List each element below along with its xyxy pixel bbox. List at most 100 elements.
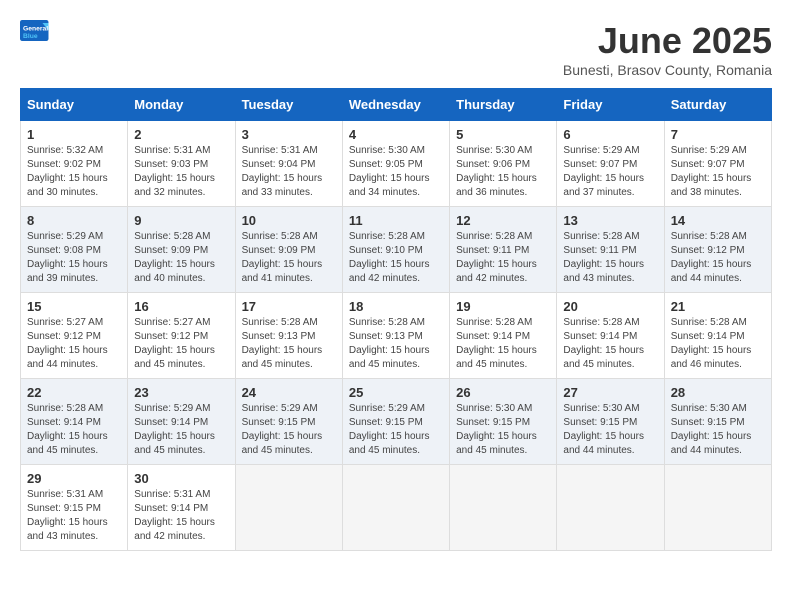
calendar-day-28: 28 Sunrise: 5:30 AM Sunset: 9:15 PM Dayli… (664, 379, 771, 465)
day-number: 26 (456, 385, 550, 400)
calendar-day-20: 20Sunrise: 5:28 AM Sunset: 9:14 PM Dayli… (557, 293, 664, 379)
calendar-day-25: 25Sunrise: 5:29 AM Sunset: 9:15 PM Dayli… (342, 379, 449, 465)
day-number: 17 (242, 299, 336, 314)
day-number: 18 (349, 299, 443, 314)
days-header-row: SundayMondayTuesdayWednesdayThursdayFrid… (21, 89, 772, 121)
calendar-table: SundayMondayTuesdayWednesdayThursdayFrid… (20, 88, 772, 551)
calendar-day-5: 5 Sunrise: 5:30 AM Sunset: 9:06 PM Daylig… (450, 121, 557, 207)
calendar-week-3: 15 Sunrise: 5:27 AM Sunset: 9:12 PM Dayli… (21, 293, 772, 379)
empty-cell (450, 465, 557, 551)
day-content: Sunrise: 5:28 AM Sunset: 9:14 PM Dayligh… (456, 316, 550, 372)
day-content: Sunrise: 5:28 AM Sunset: 9:11 PM Dayligh… (456, 230, 550, 286)
calendar-day-16: 16 Sunrise: 5:27 AM Sunset: 9:12 PM Dayli… (128, 293, 235, 379)
day-content: Sunrise: 5:30 AM Sunset: 9:15 PM Dayligh… (671, 402, 765, 458)
day-number: 14 (671, 213, 765, 228)
svg-text:Blue: Blue (23, 33, 38, 40)
day-content: Sunrise: 5:31 AM Sunset: 9:15 PM Dayligh… (27, 488, 121, 544)
day-number: 25 (349, 385, 443, 400)
logo-icon: General Blue (20, 20, 50, 44)
calendar-day-26: 26Sunrise: 5:30 AM Sunset: 9:15 PM Dayli… (450, 379, 557, 465)
calendar-header: SundayMondayTuesdayWednesdayThursdayFrid… (21, 89, 772, 121)
calendar-day-13: 13Sunrise: 5:28 AM Sunset: 9:11 PM Dayli… (557, 207, 664, 293)
day-header-saturday: Saturday (664, 89, 771, 121)
day-number: 30 (134, 471, 228, 486)
logo: General Blue (20, 20, 50, 44)
day-header-tuesday: Tuesday (235, 89, 342, 121)
day-content: Sunrise: 5:31 AM Sunset: 9:03 PM Dayligh… (134, 144, 228, 200)
calendar-day-15: 15 Sunrise: 5:27 AM Sunset: 9:12 PM Dayli… (21, 293, 128, 379)
calendar-day-6: 6Sunrise: 5:29 AM Sunset: 9:07 PM Daylig… (557, 121, 664, 207)
day-content: Sunrise: 5:28 AM Sunset: 9:10 PM Dayligh… (349, 230, 443, 286)
day-number: 2 (134, 127, 228, 142)
empty-cell (557, 465, 664, 551)
day-content: Sunrise: 5:29 AM Sunset: 9:14 PM Dayligh… (134, 402, 228, 458)
day-content: Sunrise: 5:28 AM Sunset: 9:14 PM Dayligh… (563, 316, 657, 372)
day-number: 10 (242, 213, 336, 228)
day-number: 16 (134, 299, 228, 314)
calendar-week-2: 8 Sunrise: 5:29 AM Sunset: 9:08 PM Daylig… (21, 207, 772, 293)
calendar-subtitle: Bunesti, Brasov County, Romania (563, 62, 772, 78)
day-content: Sunrise: 5:28 AM Sunset: 9:13 PM Dayligh… (349, 316, 443, 372)
day-content: Sunrise: 5:28 AM Sunset: 9:09 PM Dayligh… (134, 230, 228, 286)
calendar-day-11: 11 Sunrise: 5:28 AM Sunset: 9:10 PM Dayli… (342, 207, 449, 293)
header: General Blue June 2025 Bunesti, Brasov C… (20, 20, 772, 78)
calendar-day-4: 4 Sunrise: 5:30 AM Sunset: 9:05 PM Daylig… (342, 121, 449, 207)
day-number: 8 (27, 213, 121, 228)
day-number: 15 (27, 299, 121, 314)
day-number: 12 (456, 213, 550, 228)
calendar-day-27: 27 Sunrise: 5:30 AM Sunset: 9:15 PM Dayli… (557, 379, 664, 465)
calendar-day-14: 14 Sunrise: 5:28 AM Sunset: 9:12 PM Dayli… (664, 207, 771, 293)
day-number: 22 (27, 385, 121, 400)
day-content: Sunrise: 5:30 AM Sunset: 9:05 PM Dayligh… (349, 144, 443, 200)
calendar-day-17: 17Sunrise: 5:28 AM Sunset: 9:13 PM Dayli… (235, 293, 342, 379)
calendar-week-5: 29 Sunrise: 5:31 AM Sunset: 9:15 PM Dayli… (21, 465, 772, 551)
day-header-thursday: Thursday (450, 89, 557, 121)
day-header-wednesday: Wednesday (342, 89, 449, 121)
day-content: Sunrise: 5:30 AM Sunset: 9:06 PM Dayligh… (456, 144, 550, 200)
day-number: 11 (349, 213, 443, 228)
calendar-week-4: 22 Sunrise: 5:28 AM Sunset: 9:14 PM Dayli… (21, 379, 772, 465)
day-number: 27 (563, 385, 657, 400)
day-number: 5 (456, 127, 550, 142)
calendar-day-18: 18 Sunrise: 5:28 AM Sunset: 9:13 PM Dayli… (342, 293, 449, 379)
calendar-day-21: 21 Sunrise: 5:28 AM Sunset: 9:14 PM Dayli… (664, 293, 771, 379)
day-number: 29 (27, 471, 121, 486)
day-content: Sunrise: 5:29 AM Sunset: 9:08 PM Dayligh… (27, 230, 121, 286)
calendar-day-23: 23Sunrise: 5:29 AM Sunset: 9:14 PM Dayli… (128, 379, 235, 465)
day-content: Sunrise: 5:28 AM Sunset: 9:12 PM Dayligh… (671, 230, 765, 286)
calendar-day-12: 12 Sunrise: 5:28 AM Sunset: 9:11 PM Dayli… (450, 207, 557, 293)
day-content: Sunrise: 5:27 AM Sunset: 9:12 PM Dayligh… (134, 316, 228, 372)
calendar-day-30: 30 Sunrise: 5:31 AM Sunset: 9:14 PM Dayli… (128, 465, 235, 551)
calendar-day-1: 1Sunrise: 5:32 AM Sunset: 9:02 PM Daylig… (21, 121, 128, 207)
day-content: Sunrise: 5:30 AM Sunset: 9:15 PM Dayligh… (563, 402, 657, 458)
empty-cell (664, 465, 771, 551)
day-number: 28 (671, 385, 765, 400)
calendar-day-8: 8 Sunrise: 5:29 AM Sunset: 9:08 PM Daylig… (21, 207, 128, 293)
calendar-title: June 2025 (563, 20, 772, 62)
day-content: Sunrise: 5:31 AM Sunset: 9:14 PM Dayligh… (134, 488, 228, 544)
empty-cell (235, 465, 342, 551)
calendar-day-24: 24Sunrise: 5:29 AM Sunset: 9:15 PM Dayli… (235, 379, 342, 465)
calendar-week-1: 1Sunrise: 5:32 AM Sunset: 9:02 PM Daylig… (21, 121, 772, 207)
day-number: 21 (671, 299, 765, 314)
day-content: Sunrise: 5:29 AM Sunset: 9:07 PM Dayligh… (671, 144, 765, 200)
calendar-day-9: 9 Sunrise: 5:28 AM Sunset: 9:09 PM Daylig… (128, 207, 235, 293)
empty-cell (342, 465, 449, 551)
calendar-day-7: 7Sunrise: 5:29 AM Sunset: 9:07 PM Daylig… (664, 121, 771, 207)
day-number: 9 (134, 213, 228, 228)
day-number: 4 (349, 127, 443, 142)
title-area: June 2025 Bunesti, Brasov County, Romani… (563, 20, 772, 78)
day-content: Sunrise: 5:27 AM Sunset: 9:12 PM Dayligh… (27, 316, 121, 372)
day-number: 19 (456, 299, 550, 314)
calendar-day-10: 10 Sunrise: 5:28 AM Sunset: 9:09 PM Dayli… (235, 207, 342, 293)
day-content: Sunrise: 5:28 AM Sunset: 9:14 PM Dayligh… (671, 316, 765, 372)
day-content: Sunrise: 5:28 AM Sunset: 9:09 PM Dayligh… (242, 230, 336, 286)
day-header-sunday: Sunday (21, 89, 128, 121)
day-content: Sunrise: 5:29 AM Sunset: 9:15 PM Dayligh… (242, 402, 336, 458)
calendar-day-2: 2 Sunrise: 5:31 AM Sunset: 9:03 PM Daylig… (128, 121, 235, 207)
day-content: Sunrise: 5:29 AM Sunset: 9:07 PM Dayligh… (563, 144, 657, 200)
calendar-day-3: 3Sunrise: 5:31 AM Sunset: 9:04 PM Daylig… (235, 121, 342, 207)
calendar-day-29: 29 Sunrise: 5:31 AM Sunset: 9:15 PM Dayli… (21, 465, 128, 551)
day-content: Sunrise: 5:28 AM Sunset: 9:14 PM Dayligh… (27, 402, 121, 458)
day-header-monday: Monday (128, 89, 235, 121)
